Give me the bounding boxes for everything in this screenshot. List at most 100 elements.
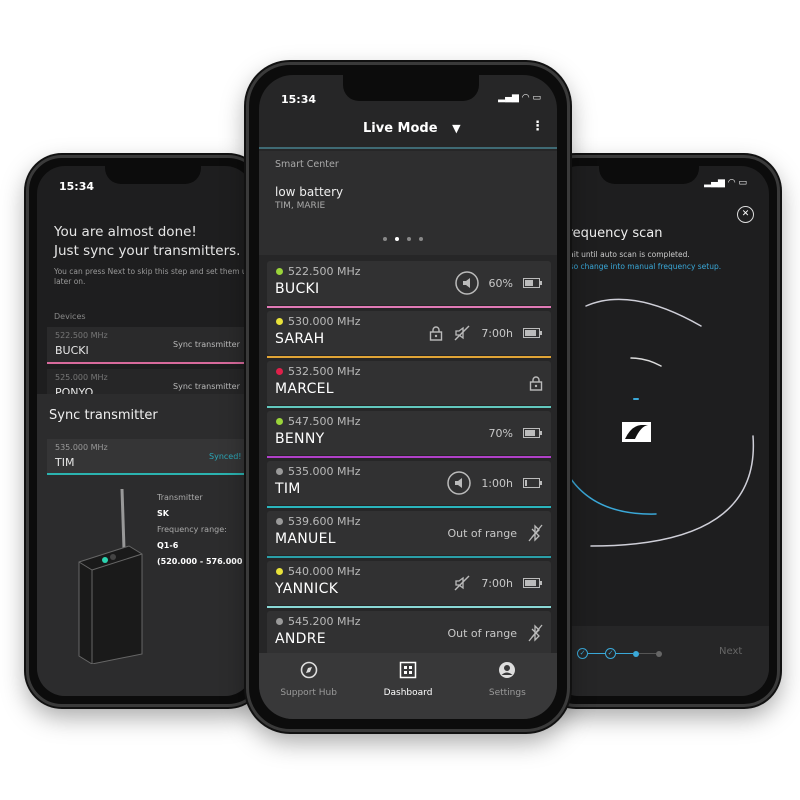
device-freq: 540.000 MHz <box>288 565 361 578</box>
live-mode-dropdown[interactable]: Live Mode ▼ <box>363 121 461 136</box>
status-time: 15:34 <box>59 180 95 193</box>
page-dot[interactable] <box>383 237 387 241</box>
device-card[interactable]: 540.000 MHz YANNICK 7:00h <box>267 561 551 608</box>
range-detail: (520.000 - 576.000 MHz) <box>157 557 253 566</box>
channel-color-bar <box>267 506 551 508</box>
synced-device[interactable]: 535.000 MHz TIM Synced! <box>47 439 253 475</box>
device-name: TIM <box>55 456 75 469</box>
range-value: Q1-6 <box>157 541 179 550</box>
device-name: BUCKI <box>55 344 89 357</box>
channel-color-bar <box>267 356 551 358</box>
page-dot[interactable] <box>395 237 399 241</box>
bluetooth-off-icon <box>528 524 543 542</box>
sync-transmitter-link[interactable]: Sync transmitter <box>173 382 240 391</box>
device-controls: 1:00h <box>447 461 543 505</box>
device-controls: 7:00h <box>429 311 543 355</box>
device-row[interactable]: 522.500 MHz BUCKI Sync transmitter <box>47 327 253 364</box>
heading: You are almost done! Just sync your tran… <box>54 223 253 261</box>
status-dot <box>276 418 283 425</box>
device-freq: 535.000 MHz <box>55 443 108 452</box>
device-card[interactable]: 522.500 MHz BUCKI 60% <box>267 261 551 308</box>
nav-settings[interactable]: Settings <box>458 653 557 719</box>
device-freq: 535.000 MHz <box>288 465 361 478</box>
transmitter-illustration <box>78 488 143 664</box>
device-controls: 7:00h <box>453 561 543 605</box>
device-freq: 545.200 MHz <box>288 615 361 628</box>
left-screen: 15:34 You are almost done! Just sync you… <box>37 166 253 696</box>
device-status: Out of range <box>447 526 517 540</box>
speaker-icon[interactable] <box>454 271 479 295</box>
scan-title: frequency scan <box>563 226 663 241</box>
device-card[interactable]: 539.600 MHz MANUEL Out of range <box>267 511 551 558</box>
range-label: Frequency range: <box>157 525 227 534</box>
wizard-footer: ✓ ✓ Next <box>551 626 769 696</box>
status-dot <box>276 568 283 575</box>
step-connector <box>639 653 656 654</box>
device-card[interactable]: 535.000 MHz TIM 1:00h <box>267 461 551 508</box>
device-card[interactable]: 530.000 MHz SARAH 7:00h <box>267 311 551 358</box>
devices-label: Devices <box>54 312 86 321</box>
device-name: SARAH <box>275 331 325 347</box>
right-phone: ▂▄▆ ◠ ▭ ✕ frequency scan wait until auto… <box>540 155 780 707</box>
manual-setup-link[interactable]: also change into manual frequency setup. <box>563 262 721 271</box>
device-freq: 525.000 MHz <box>55 373 108 382</box>
notch <box>599 166 699 184</box>
device-card[interactable]: 532.500 MHz MARCEL <box>267 361 551 408</box>
heading-line-1: You are almost done! <box>54 224 197 240</box>
device-status: Out of range <box>447 626 517 640</box>
status-dot <box>276 318 283 325</box>
alert-names: TIM, MARIE <box>275 201 326 211</box>
battery-icon <box>523 428 542 438</box>
left-phone: 15:34 You are almost done! Just sync you… <box>26 155 264 707</box>
header-title: Live Mode <box>363 121 438 136</box>
wizard-stepper: ✓ ✓ <box>577 648 662 659</box>
step-done-icon: ✓ <box>605 648 616 659</box>
smart-center-label: Smart Center <box>275 159 339 170</box>
center-screen: 15:34 ▂▄▆ ◠ ▭ Live Mode ▼ ⋮ Smart Center… <box>259 75 557 719</box>
device-name: MARCEL <box>275 381 334 397</box>
mute-icon <box>454 325 470 341</box>
kebab-icon[interactable]: ⋮ <box>531 120 544 133</box>
center-phone: 15:34 ▂▄▆ ◠ ▭ Live Mode ▼ ⋮ Smart Center… <box>246 62 570 732</box>
sync-transmitter-link[interactable]: Sync transmitter <box>173 340 240 349</box>
notch <box>105 166 201 184</box>
bottom-nav: Support Hub Dashboard Settings <box>259 653 557 719</box>
transmitter-info: Transmitter SK Frequency range: Q1-6 (52… <box>157 490 253 570</box>
nav-support-hub[interactable]: Support Hub <box>259 653 358 719</box>
device-controls <box>529 361 543 405</box>
page-dot[interactable] <box>419 237 423 241</box>
status-dot <box>276 468 283 475</box>
hint-text: You can press Next to skip this step and… <box>54 267 252 286</box>
smart-center-card[interactable]: Smart Center low battery TIM, MARIE <box>259 151 557 255</box>
nav-dashboard[interactable]: Dashboard <box>358 653 457 719</box>
status-icons: ▂▄▆ ◠ ▭ <box>498 93 541 103</box>
status-time: 15:34 <box>281 93 317 106</box>
device-name: TIM <box>275 481 301 497</box>
device-card[interactable]: 545.200 MHz ANDRE Out of range <box>267 611 551 655</box>
right-screen: ▂▄▆ ◠ ▭ ✕ frequency scan wait until auto… <box>551 166 769 696</box>
close-icon[interactable]: ✕ <box>737 206 754 223</box>
transmitter-label: Transmitter <box>157 493 203 502</box>
status-dot <box>276 368 283 375</box>
lock-icon <box>529 376 543 391</box>
battery-icon <box>523 578 542 588</box>
channel-color-bar <box>267 406 551 408</box>
sync-sheet: Sync transmitter 535.000 MHz TIM Synced!… <box>37 394 253 696</box>
speaker-icon[interactable] <box>447 471 472 495</box>
nav-label: Settings <box>488 688 526 698</box>
device-name: YANNICK <box>275 581 339 597</box>
device-freq: 547.500 MHz <box>288 415 361 428</box>
device-freq: 539.600 MHz <box>288 515 361 528</box>
device-controls: 70% <box>489 411 543 455</box>
status-dot <box>276 618 283 625</box>
device-card[interactable]: 547.500 MHz BENNY 70% <box>267 411 551 458</box>
battery-icon <box>523 328 542 338</box>
status-icons: ▂▄▆ ◠ ▭ <box>704 178 747 188</box>
page-dot[interactable] <box>407 237 411 241</box>
bluetooth-off-icon <box>528 624 543 642</box>
page-indicator[interactable] <box>383 237 423 241</box>
notch <box>343 75 479 101</box>
status-dot <box>276 518 283 525</box>
next-button[interactable]: Next <box>719 646 742 657</box>
alert-title: low battery <box>275 185 344 199</box>
